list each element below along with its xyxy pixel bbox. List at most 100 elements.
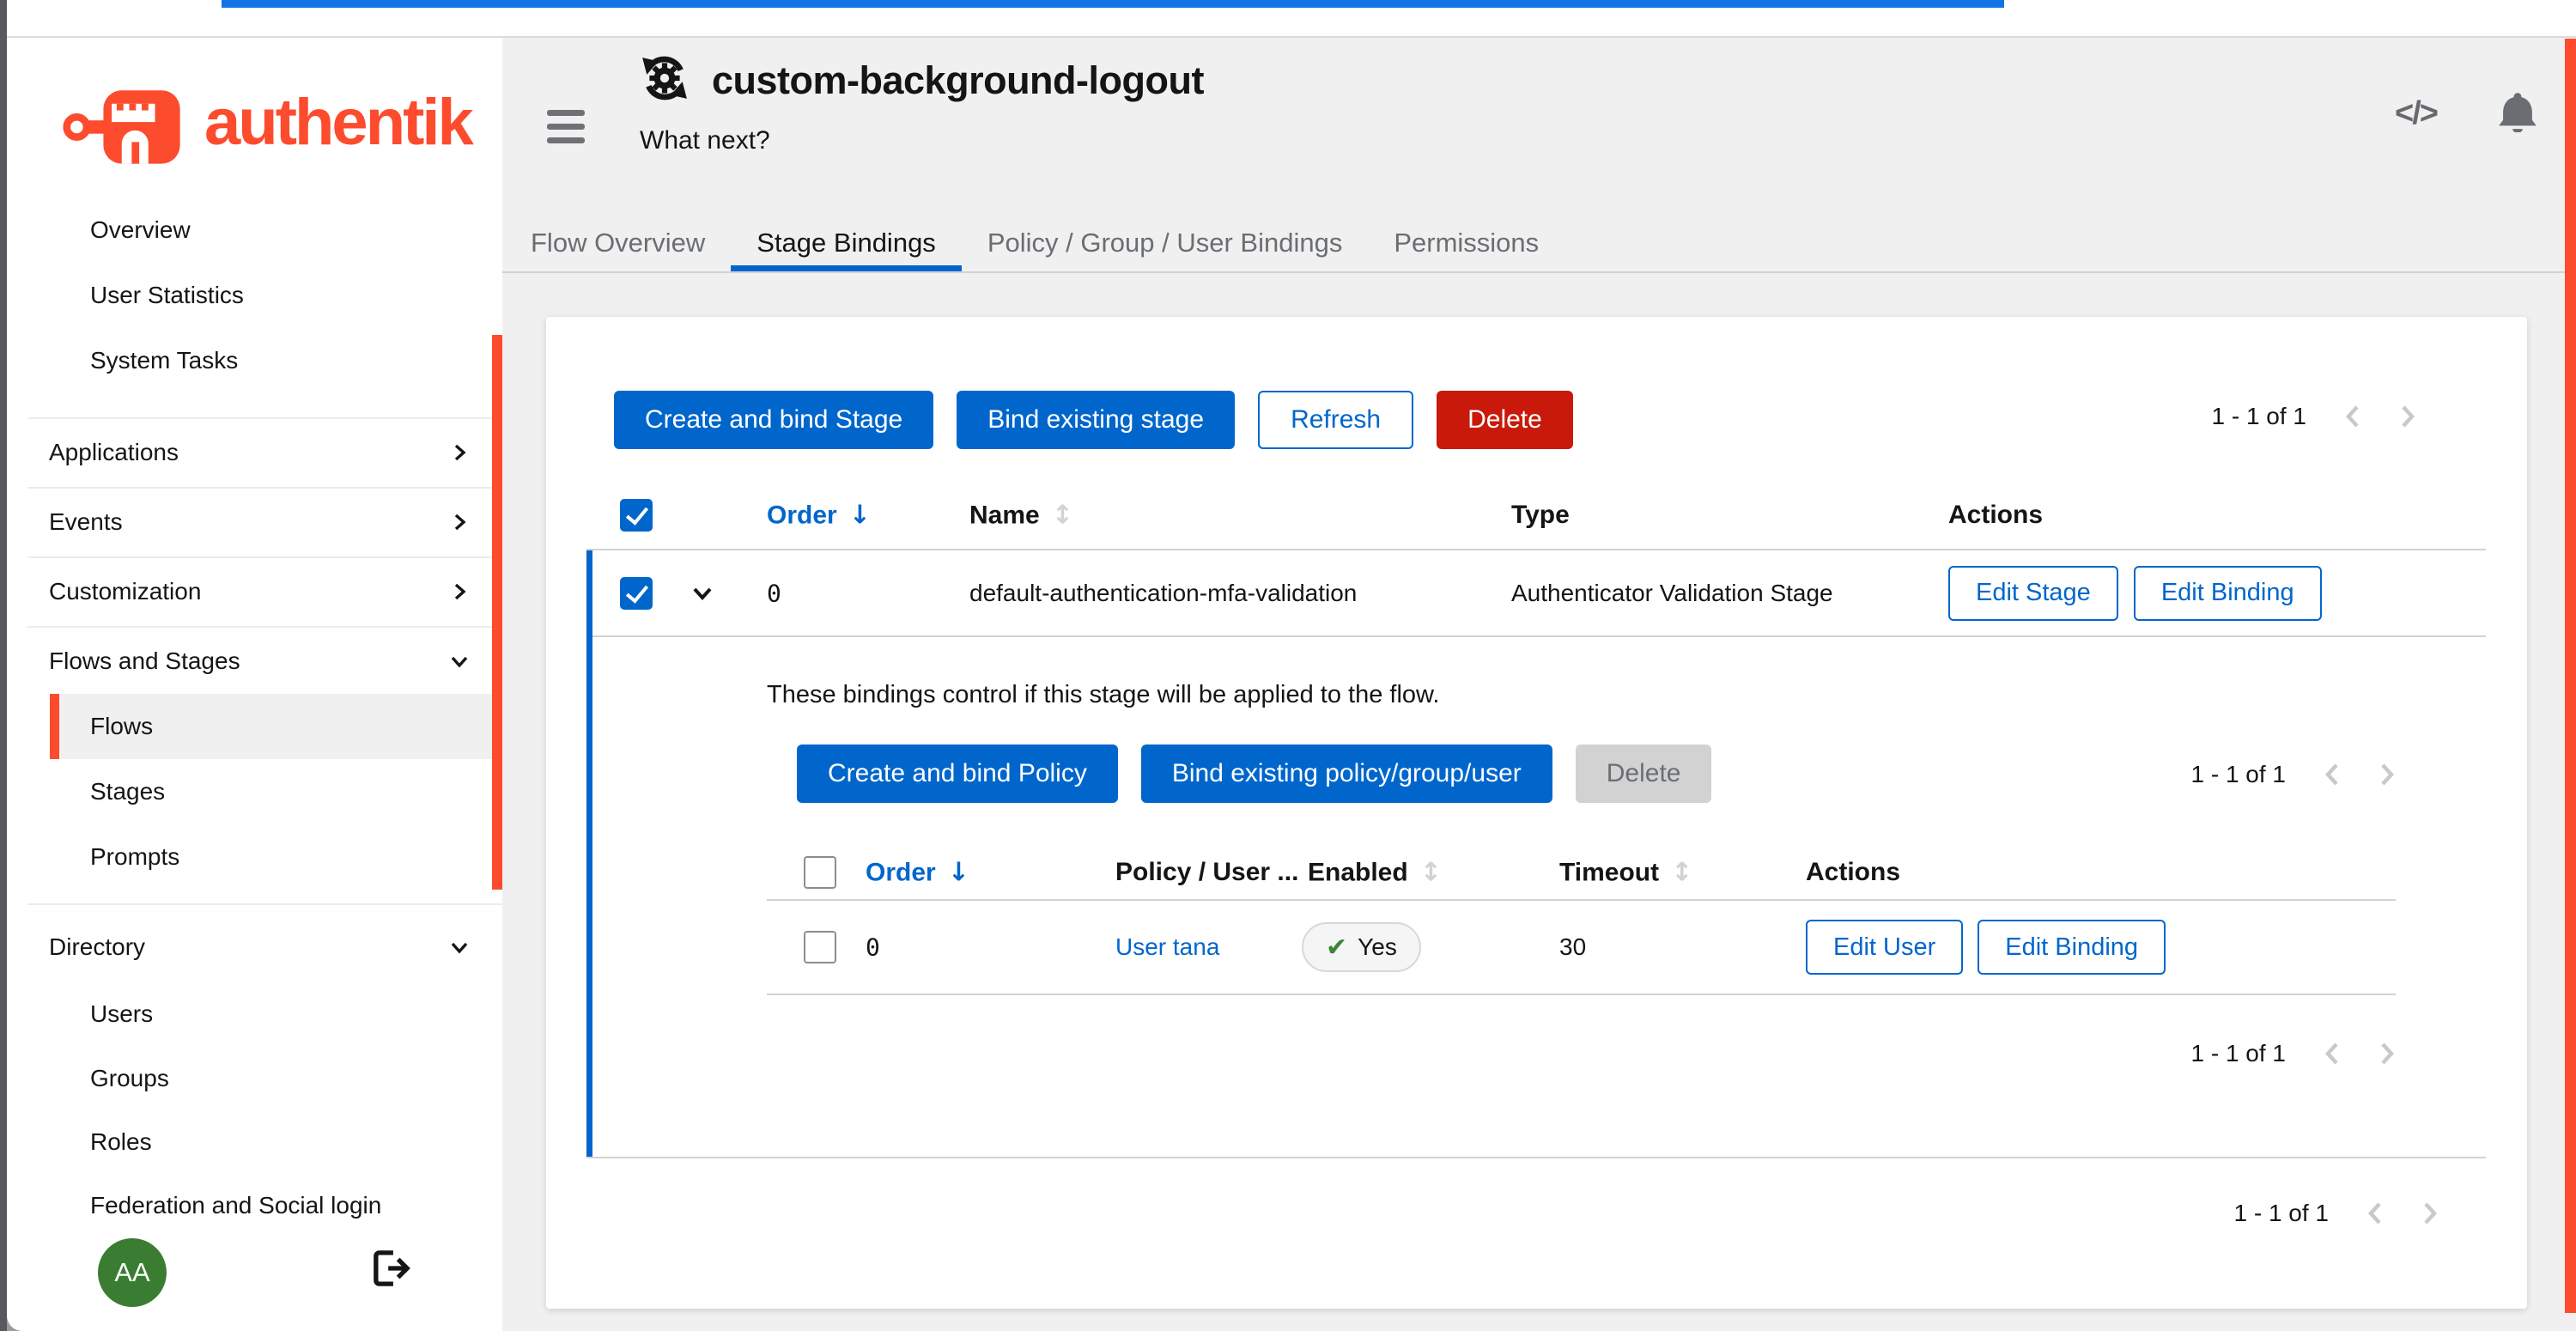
check-icon: ✔: [1326, 933, 1347, 963]
sidebar-scrollbar-thumb[interactable]: [492, 335, 502, 890]
pagination-bottom: 1 - 1 of 1: [2233, 1200, 2439, 1227]
delete-button[interactable]: Delete: [1437, 391, 1573, 449]
column-type: Type: [1511, 501, 1570, 530]
sidebar-item-label: Applications: [49, 439, 179, 466]
api-code-icon[interactable]: </>: [2395, 95, 2437, 132]
sidebar-item-system-tasks[interactable]: System Tasks: [7, 328, 502, 393]
column-order[interactable]: Order↓: [767, 501, 871, 531]
pagination-prev-icon[interactable]: [2344, 404, 2361, 429]
divider: [27, 556, 502, 558]
logout-icon[interactable]: [372, 1250, 411, 1291]
pagination-prev-icon[interactable]: [2366, 1200, 2384, 1226]
tab-permissions[interactable]: Permissions: [1368, 215, 1564, 271]
flow-icon: [640, 53, 690, 107]
menu-toggle-button[interactable]: [542, 105, 590, 149]
chevron-down-icon: [449, 651, 470, 672]
bind-existing-stage-button[interactable]: Bind existing stage: [957, 391, 1235, 449]
column-order[interactable]: Order↓: [866, 858, 969, 888]
sidebar-item-flows-and-stages[interactable]: Flows and Stages: [7, 629, 502, 694]
sidebar-item-label: Stages: [90, 778, 165, 805]
tab-stage-bindings[interactable]: Stage Bindings: [731, 215, 962, 271]
chevron-down-icon: [449, 937, 470, 957]
edit-stage-button[interactable]: Edit Stage: [1948, 566, 2118, 621]
policy-select-all-checkbox[interactable]: [804, 856, 836, 889]
divider: [586, 1157, 2486, 1158]
sidebar-item-applications[interactable]: Applications: [7, 420, 502, 485]
policy-table-header: Order↓ Policy / User ... Enabled↕ Timeou…: [546, 845, 2486, 900]
select-all-checkbox[interactable]: [620, 499, 653, 532]
sidebar-item-directory[interactable]: Directory: [7, 915, 502, 980]
sidebar-item-label: Flows: [90, 713, 153, 740]
brand-logo[interactable]: authentik: [60, 82, 471, 168]
divider: [767, 994, 2396, 995]
delete-policy-button[interactable]: Delete: [1576, 745, 1712, 803]
page-scrollbar-thumb[interactable]: [2565, 39, 2576, 1313]
window-edge: [0, 0, 7, 1331]
stage-table-header: Order↓ Name↕ Type Actions: [546, 482, 2486, 549]
avatar[interactable]: AA: [98, 1238, 167, 1307]
sidebar-item-stages[interactable]: Stages: [7, 759, 502, 824]
pagination-next-icon[interactable]: [2379, 1041, 2396, 1067]
stage-bindings-panel: Create and bind Stage Bind existing stag…: [546, 317, 2527, 1309]
pagination-next-icon[interactable]: [2421, 1200, 2439, 1226]
column-timeout[interactable]: Timeout↕: [1559, 858, 1692, 888]
pagination-label: 1 - 1 of 1: [2190, 761, 2286, 788]
divider: [27, 487, 502, 489]
sidebar-item-label: Federation and Social login: [90, 1192, 381, 1219]
edit-user-button[interactable]: Edit User: [1806, 920, 1963, 975]
sidebar-item-label: Overview: [90, 216, 191, 244]
pagination-label: 1 - 1 of 1: [2211, 403, 2306, 430]
sidebar-item-overview[interactable]: Overview: [7, 198, 502, 263]
notifications-bell-icon[interactable]: [2499, 91, 2537, 137]
pagination-prev-icon[interactable]: [2324, 1041, 2341, 1067]
policy-user-link[interactable]: User tana: [1115, 933, 1219, 961]
sidebar-item-customization[interactable]: Customization: [7, 559, 502, 624]
sort-icon: ↕: [1420, 858, 1442, 888]
column-actions: Actions: [1948, 501, 2043, 530]
column-enabled[interactable]: Enabled↕: [1308, 858, 1442, 888]
row-checkbox[interactable]: [620, 577, 653, 610]
chevron-right-icon: [449, 442, 470, 463]
create-and-bind-stage-button[interactable]: Create and bind Stage: [614, 391, 933, 449]
sidebar-item-user-statistics[interactable]: User Statistics: [7, 263, 502, 328]
pagination-next-icon[interactable]: [2379, 762, 2396, 787]
edit-binding-button[interactable]: Edit Binding: [1978, 920, 2166, 975]
pagination-top: 1 - 1 of 1: [2211, 403, 2416, 430]
stage-toolbar: Create and bind Stage Bind existing stag…: [614, 391, 1573, 449]
tab-flow-overview[interactable]: Flow Overview: [505, 215, 731, 271]
stage-name-value: default-authentication-mfa-validation: [969, 580, 1357, 607]
pagination-policy-bottom: 1 - 1 of 1: [2190, 1040, 2396, 1067]
refresh-button[interactable]: Refresh: [1258, 391, 1413, 449]
pagination-next-icon[interactable]: [2399, 404, 2416, 429]
policy-row-checkbox[interactable]: [804, 931, 836, 963]
edit-binding-button[interactable]: Edit Binding: [2134, 566, 2322, 621]
policy-toolbar: Create and bind Policy Bind existing pol…: [797, 745, 1711, 803]
sidebar-item-events[interactable]: Events: [7, 489, 502, 555]
create-and-bind-policy-button[interactable]: Create and bind Policy: [797, 745, 1118, 803]
column-name[interactable]: Name↕: [969, 501, 1073, 531]
policy-order-value: 0: [866, 933, 880, 962]
sidebar-item-flows[interactable]: Flows: [50, 694, 502, 759]
page-subtitle: What next?: [640, 126, 1204, 155]
sidebar-item-federation[interactable]: Federation and Social login: [7, 1173, 502, 1238]
header-actions: </>: [2395, 91, 2537, 137]
sidebar-item-prompts[interactable]: Prompts: [7, 824, 502, 890]
chevron-right-icon: [449, 581, 470, 602]
bind-existing-policy-button[interactable]: Bind existing policy/group/user: [1141, 745, 1552, 803]
timeout-value: 30: [1559, 933, 1586, 961]
divider: [592, 635, 2486, 637]
divider: [27, 417, 502, 419]
tab-policy-group-user-bindings[interactable]: Policy / Group / User Bindings: [962, 215, 1369, 271]
enabled-badge: ✔ Yes: [1302, 922, 1421, 972]
sidebar-item-groups[interactable]: Groups: [7, 1046, 502, 1111]
loading-bar: [222, 0, 2004, 8]
sidebar-item-label: Directory: [49, 933, 145, 961]
sort-icon: ↕: [1671, 858, 1692, 888]
sidebar-item-users[interactable]: Users: [7, 982, 502, 1047]
pagination-label: 1 - 1 of 1: [2233, 1200, 2329, 1227]
pagination-prev-icon[interactable]: [2324, 762, 2341, 787]
collapse-caret-icon[interactable]: [690, 584, 714, 603]
policy-table-row: 0 User tana ✔ Yes 30 Edit User Edit Bind…: [546, 901, 2486, 994]
sort-desc-icon: ↓: [948, 858, 969, 888]
sidebar-item-roles[interactable]: Roles: [7, 1109, 502, 1175]
